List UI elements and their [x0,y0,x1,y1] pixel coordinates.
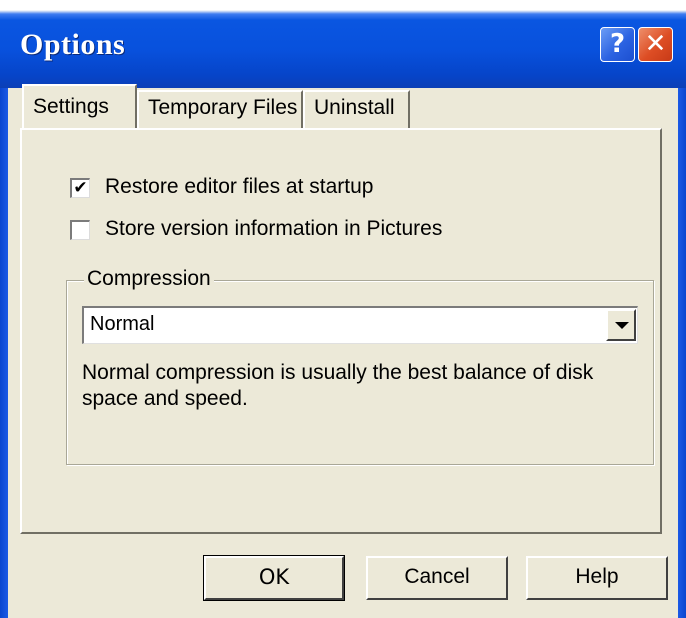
title-bar[interactable]: Options ? ✕ [0,0,686,88]
compression-description: Normal compression is usually the best b… [82,361,594,410]
compression-group-label: Compression [84,267,214,291]
window-title: Options [20,28,126,61]
dropdown-arrow-button[interactable] [606,309,636,341]
window-frame-left [0,88,8,618]
tab-settings[interactable]: Settings [22,84,137,128]
settings-panel: ✔ Restore editor files at startup Store … [20,128,662,534]
store-version-info-label[interactable]: Store version information in Pictures [105,217,442,241]
options-dialog: Options ? ✕ Settings Temporary Files Uni… [0,0,686,618]
compression-selected-value: Normal [90,313,155,335]
help-button[interactable]: Help [526,556,668,600]
restore-editor-files-checkbox[interactable]: ✔ [70,178,90,198]
ok-button[interactable]: OK [203,555,345,601]
cancel-button[interactable]: Cancel [366,556,508,600]
restore-editor-files-label[interactable]: Restore editor files at startup [105,175,373,199]
tab-temporary-files[interactable]: Temporary Files [137,90,303,130]
store-version-info-checkbox[interactable] [70,220,90,240]
chevron-down-icon [615,322,629,329]
window-frame-right [678,88,686,618]
close-icon[interactable]: ✕ [638,27,673,62]
tab-uninstall[interactable]: Uninstall [303,90,410,130]
compression-select[interactable]: Normal [82,306,638,344]
help-icon[interactable]: ? [600,27,635,62]
